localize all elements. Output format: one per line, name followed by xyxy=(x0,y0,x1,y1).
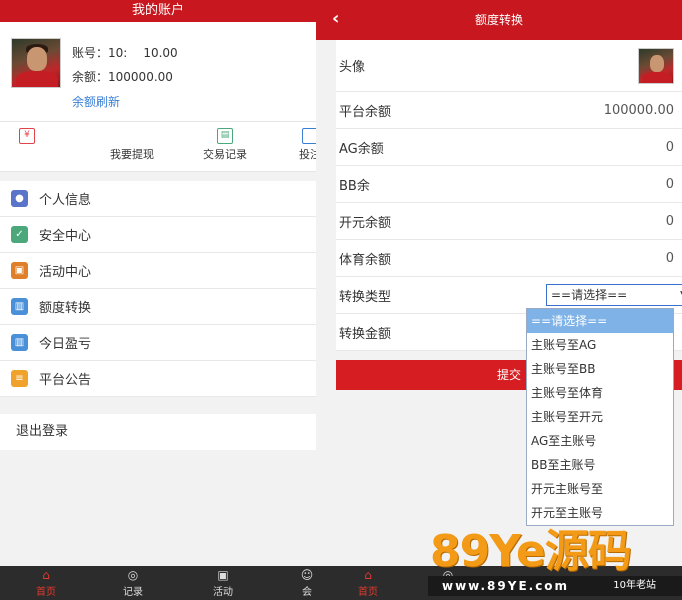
quick-action-records[interactable]: ▤ 交易记录 xyxy=(190,122,260,162)
nav-activity[interactable]: ▣ 活动 xyxy=(203,568,243,598)
transfer-type-select[interactable]: ==请选择== ▼ xyxy=(546,284,682,306)
bar-chart-icon: ▥ xyxy=(11,334,28,351)
gift-icon: ▣ xyxy=(217,568,229,582)
bet-icon xyxy=(302,128,316,144)
profile-card: 账号：10: 10.00 余额：100000.00 余额刷新 xyxy=(0,22,316,122)
menu-item-profile[interactable]: ● 个人信息 xyxy=(0,181,316,217)
quick-action-withdraw[interactable]: 我要提现 xyxy=(97,122,167,162)
nav-member[interactable]: ☺ 会 xyxy=(287,568,316,598)
menu-item-notice[interactable]: ≡ 平台公告 xyxy=(0,361,316,397)
watermark-logo: 89Ye源码 xyxy=(430,526,632,577)
avatar-row[interactable]: 头像 xyxy=(336,40,682,92)
balance-row: 余额：100000.00 xyxy=(72,68,173,85)
dropdown-option[interactable]: 主账号至体育 xyxy=(527,381,673,405)
home-icon: ⌂ xyxy=(42,568,50,582)
shield-icon: ✓ xyxy=(11,226,28,243)
account-header: 我的账户 xyxy=(0,0,316,22)
user-icon: ● xyxy=(11,190,28,207)
account-row: 账号：10: 10.00 xyxy=(72,44,178,61)
arrow-icon: ¥ xyxy=(19,128,35,144)
gift-icon: ▣ xyxy=(11,262,28,279)
back-icon[interactable]: ‹ xyxy=(332,0,339,38)
page-title: 额度转换 xyxy=(474,13,523,27)
kaiyuan-balance-row: 开元余额 0 xyxy=(336,203,682,240)
watermark-tag: 10年老站 xyxy=(613,580,656,591)
avatar xyxy=(638,47,674,84)
bottom-nav: ⌂ 首页 ◎ 记录 ▣ 活动 ☺ 会 xyxy=(0,566,316,600)
dropdown-option[interactable]: 开元至主账号 xyxy=(527,501,673,525)
account-extra: 10.00 xyxy=(143,46,178,60)
watermark-url: www.89YE.com xyxy=(442,579,570,593)
logout-button[interactable]: 退出登录 xyxy=(0,414,316,450)
account-panel: 我的账户 账号：10: 10.00 余额：100000.00 余额刷新 ¥ 我要提… xyxy=(0,0,316,600)
menu-item-activity[interactable]: ▣ 活动中心 xyxy=(0,253,316,289)
dropdown-option[interactable]: 主账号至AG xyxy=(527,333,673,357)
transfer-type-dropdown[interactable]: ==请选择== 主账号至AG 主账号至BB 主账号至体育 主账号至开元 AG至主账号 BB至… xyxy=(526,308,674,526)
dropdown-option[interactable]: AG至主账号 xyxy=(527,429,673,453)
account-value: 10: xyxy=(108,46,128,60)
balance-list: 头像 平台余额 100000.00 AG余额 0 BB余 0 开元余额 0 体育… xyxy=(336,40,682,351)
balance-value: 100000.00 xyxy=(108,70,173,84)
dropdown-option[interactable]: 主账号至BB xyxy=(527,357,673,381)
dropdown-option[interactable]: ==请选择== xyxy=(527,309,673,333)
dropdown-option[interactable]: 开元主账号至 xyxy=(527,477,673,501)
home-icon: ⌂ xyxy=(364,568,372,582)
bb-balance-row: BB余 0 xyxy=(336,166,682,203)
ag-balance-row: AG余额 0 xyxy=(336,129,682,166)
quick-action-bet[interactable]: 投注 xyxy=(275,122,316,162)
avatar[interactable] xyxy=(11,38,61,88)
record-icon: ▤ xyxy=(217,128,233,144)
refresh-balance-link[interactable]: 余额刷新 xyxy=(72,93,120,110)
menu-item-profit[interactable]: ▥ 今日盈亏 xyxy=(0,325,316,361)
platform-balance-row: 平台余额 100000.00 xyxy=(336,92,682,129)
chart-icon: ▥ xyxy=(11,298,28,315)
user-icon: ☺ xyxy=(300,568,314,582)
watermark: 89Ye源码 www.89YE.com 10年老站 xyxy=(428,524,682,600)
sports-balance-row: 体育余额 0 xyxy=(336,240,682,277)
account-label: 账号： xyxy=(72,46,109,60)
compass-icon: ◎ xyxy=(127,568,139,582)
nav-home[interactable]: ⌂ 首页 xyxy=(26,568,66,598)
transfer-header: ‹ 额度转换 xyxy=(316,0,682,40)
quick-actions: ¥ 我要提现 ▤ 交易记录 投注 xyxy=(0,122,316,172)
dropdown-option[interactable]: 主账号至开元 xyxy=(527,405,673,429)
nav-home[interactable]: ⌂ 首页 xyxy=(348,568,388,598)
menu-item-security[interactable]: ✓ 安全中心 xyxy=(0,217,316,253)
menu-item-transfer[interactable]: ▥ 额度转换 xyxy=(0,289,316,325)
nav-records[interactable]: ◎ 记录 xyxy=(113,568,153,598)
balance-label: 余额： xyxy=(72,70,109,84)
account-menu: ● 个人信息 ✓ 安全中心 ▣ 活动中心 ▥ 额度转换 ▥ 今日盈亏 ≡ 平台公… xyxy=(0,181,316,397)
notice-icon: ≡ xyxy=(11,370,28,387)
quick-action-arrow[interactable]: ¥ xyxy=(0,122,62,146)
dropdown-option[interactable]: BB至主账号 xyxy=(527,453,673,477)
